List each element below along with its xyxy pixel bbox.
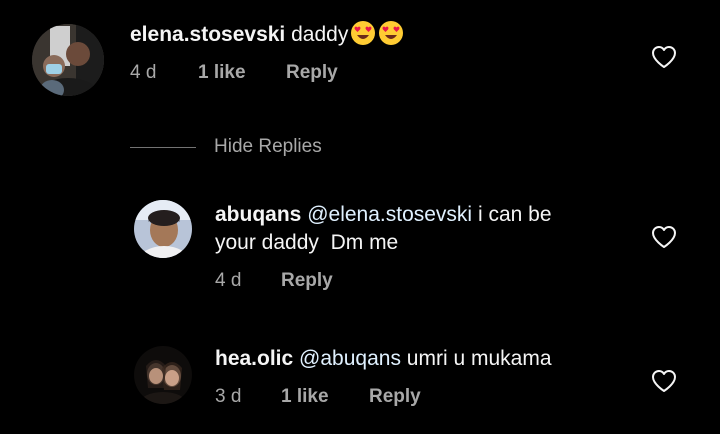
heart-outline-icon[interactable]	[651, 225, 677, 249]
mention-link[interactable]: @abuqans	[299, 347, 401, 370]
comment-meta: 4 d 1 like Reply	[130, 62, 338, 84]
heart-outline-icon[interactable]	[651, 45, 677, 69]
comment-text-line2: your daddy Dm me	[215, 231, 399, 254]
comment-time: 3 d	[215, 386, 242, 407]
comment-meta: 3 d 1 like Reply	[215, 386, 421, 408]
comment-time: 4 d	[215, 270, 242, 291]
comment-body: daddy	[291, 23, 349, 46]
avatar[interactable]	[134, 346, 192, 404]
likes-count[interactable]: 1 like	[198, 62, 286, 84]
comment-username[interactable]: hea.olic	[215, 347, 293, 370]
comment-body: i can be	[477, 203, 552, 226]
comment-text: hea.olic @abuqans umri u mukama	[215, 344, 552, 374]
heart-eyes-emoji	[379, 21, 404, 45]
avatar[interactable]	[32, 24, 104, 96]
mention-link[interactable]: @elena.stosevski	[307, 203, 472, 226]
comment-hea-olic: hea.olic @abuqans umri u mukama 3 d 1 lik…	[0, 330, 720, 434]
comment-username[interactable]: abuqans	[215, 203, 301, 226]
divider	[130, 147, 196, 148]
comment-text: elena.stosevski daddy	[130, 20, 404, 50]
comment-abuqans: abuqans @elena.stosevski i can be your d…	[0, 190, 720, 310]
comment-body: umri u mukama	[406, 347, 552, 370]
avatar[interactable]	[134, 200, 192, 258]
reply-button[interactable]: Reply	[286, 62, 338, 84]
likes-count[interactable]: 1 like	[281, 386, 369, 408]
reply-button[interactable]: Reply	[369, 386, 421, 408]
comment-time: 4 d	[130, 62, 157, 83]
heart-outline-icon[interactable]	[651, 369, 677, 393]
comment-elena: elena.stosevski daddy 4 d 1 like Reply	[0, 0, 720, 110]
comment-text: abuqans @elena.stosevski i can be	[215, 200, 552, 230]
reply-button[interactable]: Reply	[281, 270, 333, 292]
comment-username[interactable]: elena.stosevski	[130, 23, 285, 46]
hide-replies-label[interactable]: Hide Replies	[214, 136, 322, 158]
heart-eyes-emoji	[351, 21, 376, 45]
comment-meta: 4 d Reply	[215, 270, 333, 292]
